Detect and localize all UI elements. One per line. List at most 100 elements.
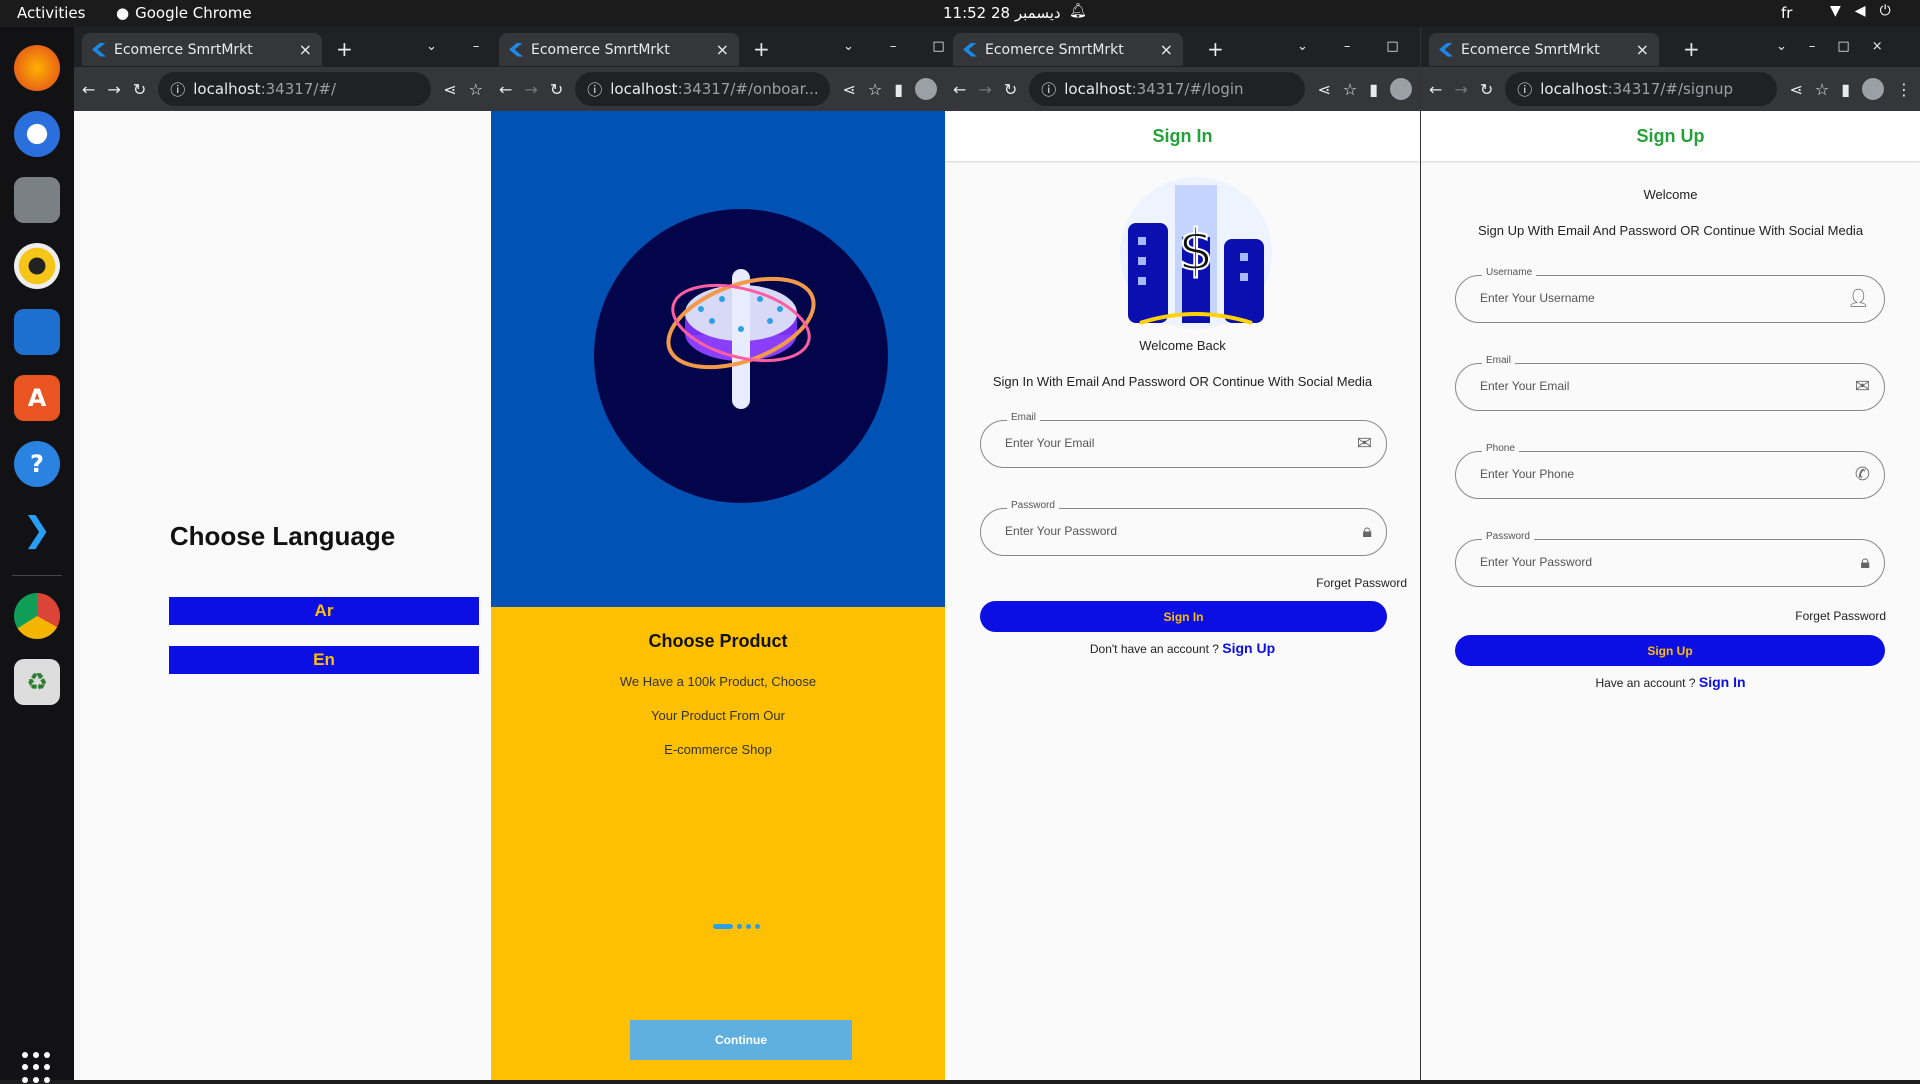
- side-panel-icon[interactable]: ▮: [1841, 80, 1850, 99]
- tab-search-icon[interactable]: ⌄: [1776, 39, 1787, 54]
- email-field[interactable]: Email Enter Your Email ✉: [980, 412, 1387, 468]
- browser-tab[interactable]: Ecomerce SmrtMrkt ×: [82, 33, 322, 66]
- page-dot[interactable]: [737, 924, 742, 929]
- back-icon[interactable]: ←: [82, 80, 95, 99]
- window-controls[interactable]: ⌄ –: [426, 39, 479, 54]
- tab-close-icon[interactable]: ×: [299, 40, 312, 59]
- share-icon[interactable]: ⋖: [1317, 80, 1330, 99]
- url-bar[interactable]: ⓘ localhost:34317/#/login: [1029, 72, 1306, 106]
- system-tray[interactable]: ▼ ◀ ⏻: [1830, 3, 1891, 19]
- page-dot[interactable]: [746, 924, 751, 929]
- thunderbird-icon[interactable]: [14, 111, 60, 157]
- bookmark-star-icon[interactable]: ☆: [1815, 80, 1829, 99]
- tab-close-icon[interactable]: ×: [716, 40, 729, 59]
- app-center-icon[interactable]: A: [14, 375, 60, 421]
- minimize-icon[interactable]: –: [1344, 39, 1351, 54]
- app-grid-icon[interactable]: [22, 1052, 54, 1084]
- browser-tab[interactable]: Ecomerce SmrtMrkt ×: [499, 33, 739, 66]
- arabic-button[interactable]: Ar: [169, 597, 479, 625]
- window-controls[interactable]: ⌄ – □ ×: [1776, 39, 1883, 54]
- window-controls[interactable]: ⌄ – □: [1297, 39, 1399, 54]
- profile-avatar-icon[interactable]: [915, 78, 937, 100]
- chrome-icon[interactable]: [14, 593, 60, 639]
- help-icon[interactable]: ?: [14, 441, 60, 487]
- window-controls[interactable]: ⌄ – □: [843, 39, 945, 54]
- new-tab-button[interactable]: +: [1683, 37, 1700, 61]
- trash-icon[interactable]: ♻: [14, 659, 60, 705]
- profile-avatar-icon[interactable]: [1862, 78, 1884, 100]
- continue-button[interactable]: Continue: [630, 1020, 852, 1060]
- password-field[interactable]: Password Enter Your Password 🔒︎: [1455, 531, 1885, 587]
- sign-up-button[interactable]: Sign Up: [1455, 635, 1885, 666]
- url-bar[interactable]: ⓘ localhost:34317/#/onboar...: [575, 72, 831, 106]
- tab-search-icon[interactable]: ⌄: [843, 39, 854, 54]
- maximize-icon[interactable]: □: [1386, 39, 1398, 54]
- site-info-icon[interactable]: ⓘ: [1041, 79, 1056, 100]
- forward-icon[interactable]: →: [1454, 80, 1467, 99]
- forget-password-link[interactable]: Forget Password: [1316, 576, 1407, 590]
- writer-icon[interactable]: [14, 309, 60, 355]
- english-button[interactable]: En: [169, 646, 479, 674]
- back-icon[interactable]: ←: [1429, 80, 1442, 99]
- username-field[interactable]: Username Enter Your Username 👤︎: [1455, 267, 1885, 323]
- tab-search-icon[interactable]: ⌄: [1297, 39, 1308, 54]
- back-icon[interactable]: ←: [953, 80, 966, 99]
- minimize-icon[interactable]: –: [1809, 39, 1816, 54]
- page-dot[interactable]: [755, 924, 760, 929]
- tab-close-icon[interactable]: ×: [1160, 40, 1173, 59]
- tab-search-icon[interactable]: ⌄: [426, 39, 437, 54]
- new-tab-button[interactable]: +: [753, 37, 770, 61]
- url-bar[interactable]: ⓘ localhost:34317/#/: [158, 72, 432, 106]
- bookmark-star-icon[interactable]: ☆: [469, 80, 483, 99]
- bookmark-star-icon[interactable]: ☆: [1343, 80, 1357, 99]
- reload-icon[interactable]: ↻: [1480, 80, 1493, 99]
- keyboard-layout-indicator[interactable]: fr: [1781, 4, 1792, 22]
- side-panel-icon[interactable]: ▮: [1369, 80, 1378, 99]
- firefox-icon[interactable]: [14, 45, 60, 91]
- url-path: :34317/#/login: [1131, 80, 1244, 98]
- forget-password-link[interactable]: Forget Password: [1795, 609, 1886, 623]
- new-tab-button[interactable]: +: [1207, 37, 1224, 61]
- new-tab-button[interactable]: +: [336, 37, 353, 61]
- minimize-icon[interactable]: –: [473, 39, 480, 54]
- focused-app-menu[interactable]: ● Google Chrome: [116, 4, 252, 22]
- site-info-icon[interactable]: ⓘ: [1517, 79, 1532, 100]
- back-icon[interactable]: ←: [499, 80, 512, 99]
- email-field[interactable]: Email Enter Your Email ✉: [1455, 355, 1885, 411]
- reload-icon[interactable]: ↻: [133, 80, 146, 99]
- sign-in-link[interactable]: Sign In: [1699, 674, 1746, 690]
- sign-up-link[interactable]: Sign Up: [1222, 640, 1275, 656]
- maximize-icon[interactable]: □: [932, 39, 944, 54]
- browser-tab[interactable]: Ecomerce SmrtMrkt ×: [953, 33, 1183, 66]
- vscode-icon[interactable]: ❯: [14, 507, 60, 553]
- sign-in-button[interactable]: Sign In: [980, 601, 1387, 632]
- share-icon[interactable]: ⋖: [443, 80, 456, 99]
- browser-window-language: Ecomerce SmrtMrkt × + ⌄ – ← → ↻ ⓘ localho…: [74, 27, 491, 1080]
- reload-icon[interactable]: ↻: [550, 80, 563, 99]
- maximize-icon[interactable]: □: [1837, 39, 1849, 54]
- files-icon[interactable]: [14, 177, 60, 223]
- profile-avatar-icon[interactable]: [1390, 78, 1412, 100]
- menu-kebab-icon[interactable]: ⋮: [1896, 80, 1912, 99]
- site-info-icon[interactable]: ⓘ: [587, 79, 602, 100]
- clock[interactable]: 11:52 28 ديسمبر: [943, 4, 1061, 22]
- site-info-icon[interactable]: ⓘ: [170, 79, 185, 100]
- minimize-icon[interactable]: –: [890, 39, 897, 54]
- forward-icon[interactable]: →: [524, 80, 537, 99]
- forward-icon[interactable]: →: [978, 80, 991, 99]
- reload-icon[interactable]: ↻: [1004, 80, 1017, 99]
- close-window-icon[interactable]: ×: [1872, 39, 1883, 54]
- browser-tab[interactable]: Ecomerce SmrtMrkt ×: [1429, 33, 1659, 66]
- phone-field[interactable]: Phone Enter Your Phone ✆: [1455, 443, 1885, 499]
- url-bar[interactable]: ⓘ localhost:34317/#/signup: [1505, 72, 1778, 106]
- forward-icon[interactable]: →: [107, 80, 120, 99]
- bookmark-star-icon[interactable]: ☆: [868, 80, 882, 99]
- page-dot-active[interactable]: [713, 924, 733, 929]
- share-icon[interactable]: ⋖: [1789, 80, 1802, 99]
- share-icon[interactable]: ⋖: [842, 80, 855, 99]
- tab-close-icon[interactable]: ×: [1636, 40, 1649, 59]
- rhythmbox-icon[interactable]: [14, 243, 60, 289]
- password-field[interactable]: Password Enter Your Password 🔒︎: [980, 500, 1387, 556]
- side-panel-icon[interactable]: ▮: [894, 80, 903, 99]
- activities-button[interactable]: Activities: [17, 4, 85, 22]
